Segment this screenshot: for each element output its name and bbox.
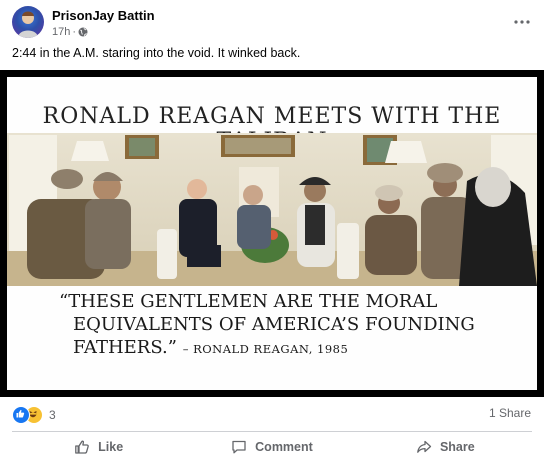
like-label: Like [98,440,124,454]
share-icon [417,440,432,453]
meta-separator: · [72,26,77,38]
post-meta: 17h · [52,26,88,38]
quote-line-3: FATHERS.” – RONALD REAGAN, 1985 [73,337,348,358]
like-reaction-icon [12,406,30,424]
comment-icon [232,440,246,454]
comment-label: Comment [255,440,313,454]
more-horizontal-icon [514,20,530,24]
post-caption: 2:44 in the A.M. staring into the void. … [12,46,301,60]
like-button[interactable]: Like [12,433,185,461]
thumbs-up-glyph [16,409,24,417]
meme-card: RONALD REAGAN MEETS WITH THE TALIBAN [7,77,537,390]
share-button[interactable]: Share [359,433,532,461]
meeting-photo [7,133,537,286]
action-bar: Like Comment Share [12,433,532,461]
quote-attribution: – RONALD REAGAN, 1985 [182,342,349,356]
author-name[interactable]: PrisonJay Battin [52,8,155,23]
share-label: Share [439,440,475,454]
thumbs-up-icon [75,440,89,454]
reaction-count: 3 [49,408,56,422]
quote-line-2: EQUIVALENTS OF AMERICA’S FOUNDING [73,314,475,335]
actions-divider [12,431,532,432]
comment-button[interactable]: Comment [185,433,358,461]
post-header: PrisonJay Battin 17h · [0,0,544,44]
more-options-button[interactable] [512,12,532,32]
globe-icon [78,27,88,37]
quote-line-3-text: FATHERS.” [73,337,177,358]
reaction-summary[interactable]: 3 [12,406,56,424]
quote-line-1: “THESE GENTLEMEN ARE THE MORAL [59,291,438,312]
avatar-image [18,11,38,38]
avatar[interactable] [12,6,44,38]
share-count[interactable]: 1 Share [489,406,531,420]
post-image[interactable]: RONALD REAGAN MEETS WITH THE TALIBAN [0,70,544,397]
timestamp[interactable]: 17h [52,26,70,38]
